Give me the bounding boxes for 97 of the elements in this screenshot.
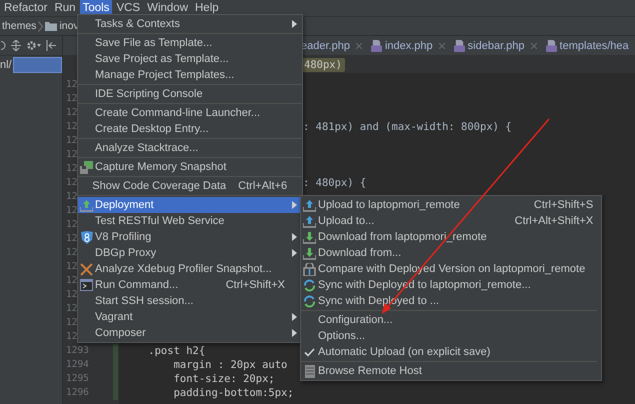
compare-icon bbox=[303, 262, 316, 276]
selection-highlight bbox=[12, 56, 62, 72]
menu-item[interactable]: Upload to... Ctrl+Alt+Shift+X bbox=[301, 213, 598, 229]
menu-item[interactable]: Automatic Upload (on explicit save) bbox=[301, 344, 598, 360]
line-number: 12 bbox=[66, 190, 78, 204]
menu-bar-item[interactable]: Refactor bbox=[1, 0, 50, 16]
project-path: nl/ bbox=[0, 58, 12, 70]
snapshot-icon bbox=[80, 160, 93, 174]
menu-item[interactable]: DBGp Proxy bbox=[78, 245, 302, 261]
menu-item[interactable]: Vagrant bbox=[78, 309, 302, 325]
menu-bar-item[interactable]: Run bbox=[51, 0, 79, 16]
upload-icon bbox=[303, 214, 316, 228]
code-line: font-size: 20px; bbox=[172, 373, 275, 385]
download-icon bbox=[303, 246, 316, 260]
line-number: 1293 bbox=[66, 344, 89, 358]
menu-bar-item[interactable]: Window bbox=[144, 0, 191, 16]
line-number: 12 bbox=[66, 260, 78, 274]
menu-item[interactable]: Test RESTful Web Service bbox=[78, 213, 302, 229]
line-number: 12 bbox=[66, 232, 78, 246]
line-number: 12 bbox=[66, 92, 78, 106]
menu-item[interactable]: Composer bbox=[78, 325, 302, 341]
menu-item[interactable]: Create Desktop Entry... bbox=[78, 121, 302, 137]
shortcut: Ctrl+Alt+6 bbox=[238, 180, 288, 192]
upload-icon bbox=[80, 198, 93, 212]
menu-item[interactable]: Browse Remote Host bbox=[301, 363, 598, 379]
code-line: : 481px) and (max-width: 800px) { bbox=[303, 121, 512, 133]
submenu-arrow-icon bbox=[292, 201, 297, 209]
menu-item[interactable]: Configuration... bbox=[301, 312, 598, 328]
menu-item[interactable]: Save Project as Template... bbox=[78, 51, 302, 67]
line-number: 12 bbox=[66, 162, 78, 176]
menu-bar-item[interactable]: Help bbox=[192, 0, 222, 16]
line-number: 1296 bbox=[66, 386, 89, 400]
submenu-arrow-icon bbox=[292, 20, 297, 28]
php-file-icon bbox=[370, 40, 382, 52]
line-number: 12 bbox=[66, 148, 78, 162]
menu-item[interactable]: IDE Scripting Console bbox=[78, 86, 302, 102]
line-number: 12 bbox=[66, 106, 78, 120]
line-number: 12 bbox=[66, 204, 78, 218]
menu-item[interactable]: Run Command... Ctrl+Shift+X bbox=[78, 277, 302, 293]
shortcut: Ctrl+Alt+Shift+X bbox=[514, 215, 594, 227]
code-line: .post h2{ bbox=[147, 345, 206, 357]
upload-icon bbox=[303, 198, 316, 212]
file-tab[interactable]: templates/hea bbox=[546, 40, 632, 52]
code-line: : 480px) { bbox=[303, 177, 366, 189]
menu-item[interactable]: V8 Profiling bbox=[78, 229, 302, 245]
line-number: 12 bbox=[66, 176, 78, 190]
menu-item[interactable]: Upload to laptopmori_remote Ctrl+Shift+S bbox=[301, 197, 598, 213]
hide-icon[interactable] bbox=[46, 40, 56, 51]
menu-item[interactable]: Capture Memory Snapshot bbox=[78, 159, 302, 175]
gear-icon[interactable] bbox=[26, 40, 41, 51]
line-number: 12 bbox=[66, 120, 78, 134]
shield-icon bbox=[80, 230, 92, 244]
menu-item[interactable]: Start SSH session... bbox=[78, 293, 302, 309]
line-number: 12 bbox=[66, 78, 78, 92]
folder-icon bbox=[45, 21, 58, 31]
line-number: 12 bbox=[66, 274, 78, 288]
menu-item[interactable]: Manage Project Templates... bbox=[78, 67, 302, 83]
menu-item[interactable]: Create Command-line Launcher... bbox=[78, 105, 302, 121]
line-number: 12 bbox=[66, 218, 78, 232]
menu-item[interactable]: Tasks & Contexts bbox=[78, 16, 302, 32]
change-marker bbox=[113, 344, 118, 400]
line-number: 12 bbox=[66, 302, 78, 316]
menu-item[interactable]: Analyze Xdebug Profiler Snapshot... bbox=[78, 261, 302, 277]
menu-item[interactable]: Analyze Stacktrace... bbox=[78, 140, 302, 156]
terminal-icon bbox=[80, 279, 93, 291]
menu-bar-item[interactable]: VCS bbox=[113, 0, 144, 16]
shortcut: Ctrl+Shift+X bbox=[226, 279, 286, 291]
line-number: 12 bbox=[66, 316, 78, 330]
collapse-icon[interactable] bbox=[0, 40, 6, 51]
server-icon bbox=[304, 364, 314, 378]
code-line: padding-bottom:5px; bbox=[172, 387, 294, 399]
css-breadcrumb[interactable]: 480px) bbox=[301, 58, 345, 72]
line-number: 12 bbox=[66, 288, 78, 302]
code-line: margin : 20px auto bbox=[172, 359, 288, 371]
file-tab[interactable]: eader.php bbox=[301, 40, 362, 52]
sync-icon bbox=[303, 278, 316, 292]
expand-icon[interactable] bbox=[11, 40, 21, 51]
php-file-icon bbox=[546, 40, 557, 52]
sync-icon bbox=[303, 294, 316, 308]
line-number: 12 bbox=[66, 330, 78, 344]
line-number: 12 bbox=[66, 246, 78, 260]
breadcrumb-item[interactable]: themes bbox=[2, 20, 36, 32]
menu-item[interactable]: Options... bbox=[301, 328, 598, 344]
line-number: 1294 bbox=[66, 358, 89, 372]
menu-item[interactable]: Save File as Template... bbox=[78, 35, 302, 51]
file-tab[interactable]: index.php bbox=[370, 40, 445, 52]
file-tab[interactable]: sidebar.php bbox=[454, 40, 537, 52]
menu-item[interactable]: Show Code Coverage Data Ctrl+Alt+6 bbox=[78, 178, 302, 194]
menu-item[interactable]: Download from... bbox=[301, 245, 598, 261]
line-number: 12 bbox=[66, 134, 78, 148]
php-file-icon bbox=[454, 40, 465, 52]
chevron-icon bbox=[38, 20, 44, 32]
menu-item[interactable]: Deployment bbox=[78, 197, 302, 213]
download-icon bbox=[303, 230, 316, 244]
shortcut: Ctrl+Shift+S bbox=[534, 199, 594, 211]
line-number: 1295 bbox=[66, 372, 89, 386]
cross-icon bbox=[80, 262, 93, 276]
